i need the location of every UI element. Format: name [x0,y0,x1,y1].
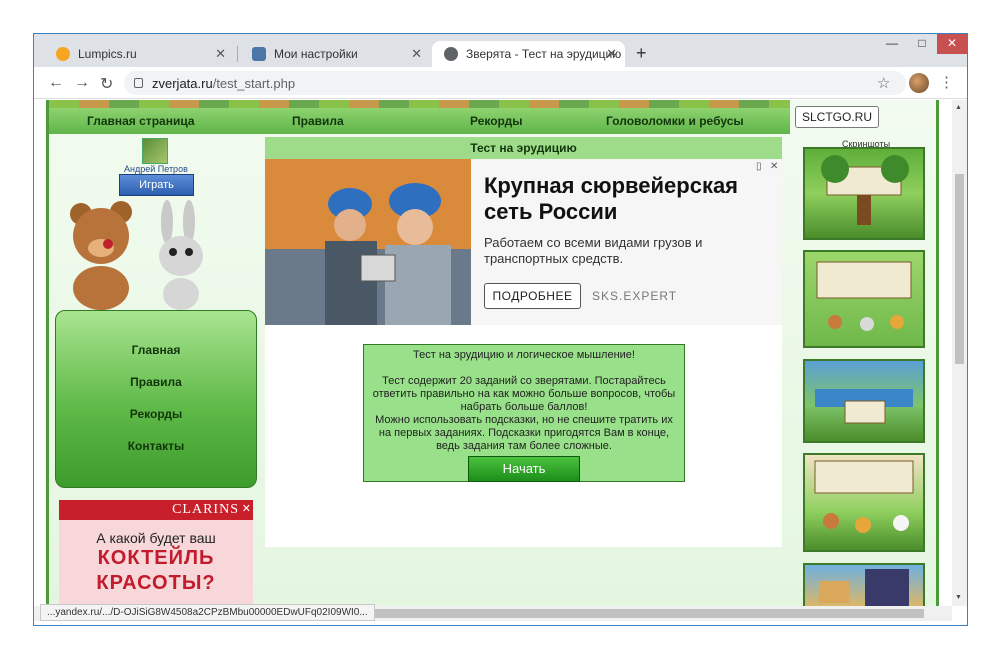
address-bar[interactable]: zverjata.ru/test_start.php [124,71,906,95]
clarins-ad[interactable]: CLARINS ✕ А какой будет ваш КОКТЕЙЛЬ КРА… [59,500,253,606]
vk-favicon-icon [252,47,266,61]
clarins-text: А какой будет ваш [96,530,216,546]
clarins-headline-2: КРАСОТЫ? [96,572,216,594]
main-content: Тест на эрудицию Крупная сюрвейерская се… [265,137,782,547]
page-viewport: Главная страница Правила Рекорды Головол… [34,100,952,606]
status-bar-url: ...yandex.ru/.../D-OJiSiG8W4508a2CPzBMbu… [40,604,375,621]
back-arrow-icon[interactable]: ← [48,74,64,92]
plus-icon[interactable]: + [636,43,647,64]
user-name[interactable]: Андрей Петров [124,164,188,174]
workers-photo-icon [265,159,471,325]
close-tab-icon[interactable]: ✕ [411,46,422,62]
side-menu-records[interactable]: Рекорды [56,407,256,421]
test-description: Тест содержит 20 заданий со зверятами. П… [372,375,676,413]
user-photo[interactable] [142,138,168,164]
close-tab-icon[interactable]: ✕ [215,46,226,62]
maximize-icon[interactable]: □ [907,34,937,54]
star-icon[interactable]: ☆ [877,74,890,92]
scroll-up-icon[interactable]: ▲ [955,104,962,111]
forward-arrow-icon[interactable]: → [74,74,90,92]
menu-dots-icon[interactable]: ⋮ [939,73,954,91]
page-title: Тест на эрудицию [265,137,782,159]
site-container: Главная страница Правила Рекорды Головол… [46,100,939,606]
avatar[interactable] [909,73,929,93]
close-ad-icon[interactable]: ✕ [242,502,251,515]
mahjong-forest-icon [814,460,914,533]
screenshot-thumb[interactable] [803,147,925,240]
side-menu-contacts[interactable]: Контакты [56,439,256,453]
close-tab-icon[interactable]: ✕ [606,46,617,62]
screenshot-thumb[interactable] [803,250,925,348]
vertical-scrollbar[interactable]: ▲ ▼ [952,100,967,606]
reload-icon[interactable]: ↻ [100,74,113,94]
header-banner [49,100,790,108]
slctgo-button[interactable]: SLCTGO.RU [795,106,879,128]
puzzle-map-icon [819,569,909,606]
scroll-down-icon[interactable]: ▼ [955,594,962,601]
clarins-logo: CLARINS [59,500,253,520]
browser-window: Lumpics.ru ✕ Мои настройки ✕ Зверята - Т… [33,33,968,626]
mahjong-animals-icon [816,261,912,331]
survey-ad[interactable]: Крупная сюрвейерская сеть России Работае… [265,159,782,325]
nav-puzzles[interactable]: Головоломки и ребусы [606,114,744,128]
bear-bunny-mascot-icon [70,200,203,310]
side-menu-rules[interactable]: Правила [56,375,256,389]
lumpics-favicon-icon [56,47,70,61]
side-menu-home[interactable]: Главная [56,343,256,357]
ad-photo [265,159,471,325]
scrollbar-thumb[interactable] [955,174,964,364]
url-path: /test_start.php [212,75,296,91]
ad-more-button[interactable]: ПОДРОБНЕЕ [484,283,581,309]
minimize-icon[interactable]: — [877,34,907,54]
ad-domain[interactable]: SKS.EXPERT [592,289,677,303]
start-button[interactable]: Начать [468,456,580,482]
top-nav: Главная страница Правила Рекорды Головол… [49,108,790,134]
play-button[interactable]: Играть [119,174,194,196]
tab-title: Мои настройки [274,47,358,61]
nav-rules[interactable]: Правила [292,114,344,128]
nav-records[interactable]: Рекорды [470,114,522,128]
screenshot-thumb[interactable] [803,359,925,443]
globe-favicon-icon [444,47,458,61]
test-intro-box: Тест на эрудицию и логическое мышление! … [363,344,685,482]
clarins-headline-1: КОКТЕЙЛЬ [97,547,215,569]
ad-info-icon[interactable]: ▯ [756,161,762,172]
tab-lumpics[interactable]: Lumpics.ru ✕ [44,41,234,67]
tab-separator [237,46,238,62]
test-hint: Можно использовать подсказки, но не спеш… [375,414,673,452]
browser-toolbar: ← → ↻ zverjata.ru/test_start.php ☆ ⋮ [34,67,967,99]
mahjong-tree-icon [821,155,909,225]
mahjong-river-icon [815,389,913,424]
lock-icon [134,78,143,88]
close-ad-icon[interactable]: ✕ [770,161,778,172]
tab-settings[interactable]: Мои настройки ✕ [240,41,430,67]
ad-description: Работаем со всеми видами грузов и трансп… [484,235,703,266]
test-heading: Тест на эрудицию и логическое мышление! [413,349,635,361]
tab-title: Зверята - Тест на эрудицию [466,47,622,61]
close-window-icon[interactable]: ✕ [937,34,967,54]
screenshot-thumb[interactable] [803,453,925,552]
tab-zverjata[interactable]: Зверята - Тест на эрудицию ✕ [432,41,625,67]
screenshot-thumb[interactable] [803,563,925,606]
side-menu: Главная Правила Рекорды Контакты [55,310,257,488]
tab-title: Lumpics.ru [78,47,137,61]
tab-strip: Lumpics.ru ✕ Мои настройки ✕ Зверята - Т… [34,34,967,67]
url-host: zverjata.ru [152,75,213,91]
ad-headline: Крупная сюрвейерская сеть России [484,173,739,224]
nav-home[interactable]: Главная страница [87,114,195,128]
